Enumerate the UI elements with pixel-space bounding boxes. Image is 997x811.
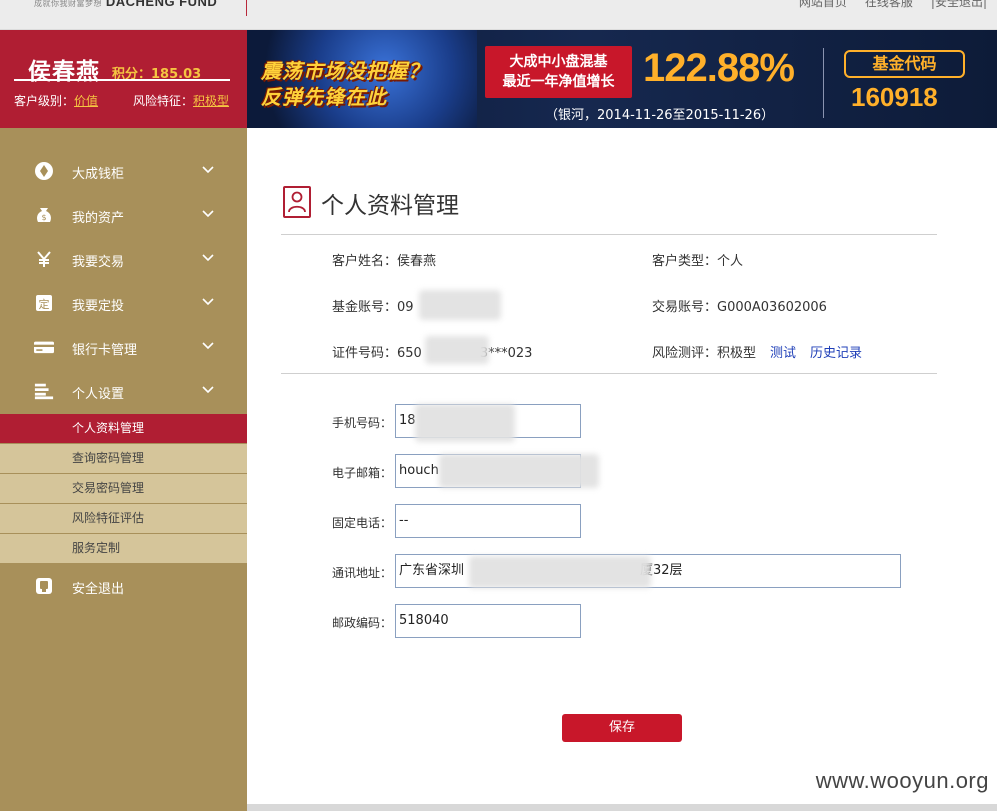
fixed-invest-icon: 定 [34,293,54,313]
coin-icon [34,161,54,181]
page-title: 个人资料管理 [321,193,459,219]
risk-profile-link[interactable]: 积极型 [193,94,229,108]
zip-field[interactable]: 518040 [395,604,581,638]
title-divider [281,234,937,235]
sidebar-item-bank-card[interactable]: 银行卡管理 [0,325,247,369]
address-label: 通讯地址： [332,566,393,580]
sidebar-item-logout[interactable]: 安全退出 [0,564,247,608]
sidebar-item-personal-settings[interactable]: 个人设置 [0,369,247,413]
chevron-down-icon [202,210,214,218]
banner-code-value: 160918 [851,82,938,112]
sidebar: 大成钱柜 $ 我的资产 我要交易 定 我要定投 银行卡管理 个人设置 个人资料管… [0,128,247,811]
logout-label: 安全退出 [72,582,125,597]
sidebar-item-label: 我的资产 [72,211,125,226]
user-panel: 侯春燕 积分：185.03 客户级别：价值 风险特征：积极型 [0,30,247,128]
risk-history-link[interactable]: 历史记录 [810,346,862,361]
chevron-down-icon [202,254,214,262]
settings-list-icon [34,381,54,401]
redaction-blur [419,290,501,320]
chevron-down-icon [202,166,214,174]
chevron-down-icon [202,342,214,350]
submenu-profile[interactable]: 个人资料管理 [0,414,247,444]
sidebar-item-assets[interactable]: $ 我的资产 [0,193,247,237]
logo-brand-text: DACHENG FUND [105,0,218,9]
risk-profile: 风险特征：积极型 [133,94,230,108]
info-customer-type: 客户类型：个人 [652,254,744,269]
customer-level-link[interactable]: 价值 [74,94,98,108]
nav-service-link[interactable]: 在线客服 [865,0,913,10]
info-risk: 风险测评：积极型 测试 历史记录 [652,346,863,361]
submenu-trade-password[interactable]: 交易密码管理 [0,474,247,504]
brand-logo[interactable]: 成就你我财富梦想 DACHENG FUND [34,0,217,9]
promo-banner[interactable]: 震荡市场没把握？ 反弹先锋在此 大成中小盘混基 最近一年净值增长 122.88%… [247,30,997,128]
info-trade-account: 交易账号：G000A03602006 [652,300,827,315]
sidebar-menu: 大成钱柜 $ 我的资产 我要交易 定 我要定投 银行卡管理 个人设置 [0,149,247,413]
sidebar-item-wallet[interactable]: 大成钱柜 [0,149,247,193]
redaction-blur [439,454,599,488]
yen-icon [34,249,54,269]
svg-text:定: 定 [39,297,50,311]
zip-label: 邮政编码： [332,616,393,630]
sidebar-item-label: 个人设置 [72,387,125,402]
section-divider [281,373,937,374]
watermark: www.wooyun.org [815,768,989,793]
banner-slogan: 震荡市场没把握？ 反弹先锋在此 [261,59,429,109]
mobile-label: 手机号码： [332,416,393,430]
redaction-blur [469,556,651,588]
logo-tagline: 成就你我财富梦想 [34,0,102,8]
user-divider [14,79,230,81]
info-fund-account: 基金账号：09 [332,300,414,315]
banner-divider [823,48,824,118]
nav-logout-link[interactable]: |安全退出| [931,0,987,10]
sidebar-item-trade[interactable]: 我要交易 [0,237,247,281]
submenu-query-password[interactable]: 查询密码管理 [0,444,247,474]
logout-icon [34,576,54,596]
chevron-down-icon [202,298,214,306]
sidebar-item-label: 我要定投 [72,299,125,314]
risk-test-link[interactable]: 测试 [770,346,796,361]
customer-level: 客户级别：价值 [14,94,99,108]
bottom-bar [247,804,997,811]
top-bar: 成就你我财富梦想 DACHENG FUND 网站首页 在线客服 |安全退出| [0,0,997,30]
banner-percent: 122.88% [643,46,795,90]
logo-divider [246,0,247,16]
save-button[interactable]: 保存 [562,714,682,742]
bank-card-icon [34,337,54,357]
banner-code-label: 基金代码 [844,50,965,78]
banner-fund-box: 大成中小盘混基 最近一年净值增长 [485,46,632,98]
landline-field[interactable]: -- [395,504,581,538]
submenu-risk-assessment[interactable]: 风险特征评估 [0,504,247,534]
sidebar-item-label: 银行卡管理 [72,343,138,358]
redaction-blur [415,404,515,442]
redaction-blur [425,336,489,364]
email-label: 电子邮箱： [332,466,393,480]
svg-text:$: $ [41,213,46,222]
top-nav: 网站首页 在线客服 |安全退出| [799,0,987,10]
sidebar-item-fixed-invest[interactable]: 定 我要定投 [0,281,247,325]
settings-submenu: 个人资料管理 查询密码管理 交易密码管理 风险特征评估 服务定制 [0,414,247,564]
user-profile-icon [283,186,311,218]
submenu-service-custom[interactable]: 服务定制 [0,534,247,564]
chevron-down-icon [202,386,214,394]
phone-label: 固定电话： [332,516,393,530]
sidebar-item-label: 我要交易 [72,255,125,270]
money-bag-icon: $ [34,205,54,225]
nav-home-link[interactable]: 网站首页 [799,0,847,10]
banner-date-range: （银河，2014-11-26至2015-11-26） [545,108,775,123]
info-customer-name: 客户姓名：侯春燕 [332,254,437,269]
sidebar-item-label: 大成钱柜 [72,167,125,182]
main-content: 个人资料管理 客户姓名：侯春燕 客户类型：个人 基金账号：09 交易账号：G00… [247,128,997,804]
